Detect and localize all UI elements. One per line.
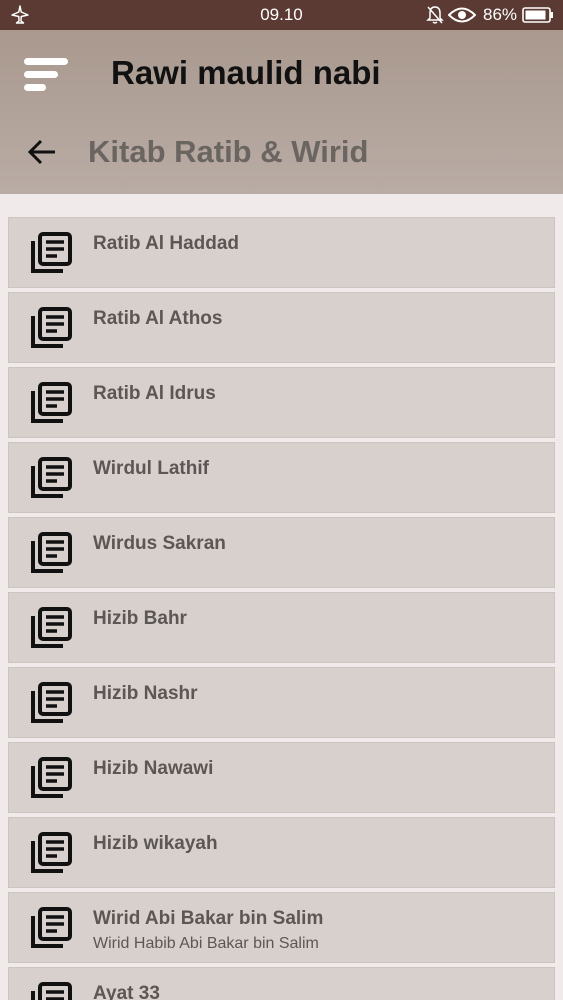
list-item-ayat-33[interactable]: Ayat 33	[8, 967, 555, 1000]
app-bar: Rawi maulid nabi Kitab Ratib & Wirid	[0, 30, 563, 194]
list-item-wirdus-sakran[interactable]: Wirdus Sakran	[8, 517, 555, 588]
list-item-title: Ayat 33	[93, 983, 160, 1000]
list-item-title: Hizib Nashr	[93, 683, 198, 704]
list-item-title: Wirdul Lathif	[93, 458, 209, 479]
kitab-list: Ratib Al Haddad Ratib Al Athos Ratib Al …	[8, 217, 555, 1000]
status-time: 09.10	[260, 5, 303, 24]
library-books-icon	[31, 832, 72, 873]
menu-icon[interactable]	[22, 52, 72, 96]
library-books-icon	[31, 757, 72, 798]
notifications-off-icon	[426, 6, 444, 24]
list-item-hizib-bahr[interactable]: Hizib Bahr	[8, 592, 555, 663]
library-books-icon	[31, 382, 72, 423]
list-item-hizib-nawawi[interactable]: Hizib Nawawi	[8, 742, 555, 813]
list-item-hizib-nashr[interactable]: Hizib Nashr	[8, 667, 555, 738]
status-bar: 09.10 86%	[0, 0, 563, 30]
list-item-title: Hizib wikayah	[93, 833, 218, 854]
list-item-hizib-wikayah[interactable]: Hizib wikayah	[8, 817, 555, 888]
battery-icon	[522, 7, 553, 23]
arrow-back-icon[interactable]	[26, 136, 58, 168]
list-item-ratib-al-athos[interactable]: Ratib Al Athos	[8, 292, 555, 363]
list-item-title: Wirid Abi Bakar bin Salim	[93, 908, 324, 929]
eye-comfort-icon	[448, 7, 476, 23]
library-books-icon	[31, 682, 72, 723]
list-item-title: Ratib Al Haddad	[93, 233, 240, 254]
library-books-icon	[31, 532, 72, 573]
list-item-wirid-abi-bakar-bin-salim[interactable]: Wirid Abi Bakar bin Salim Wirid Habib Ab…	[8, 892, 555, 963]
list-item-title: Hizib Nawawi	[93, 758, 214, 779]
list-item-title: Ratib Al Idrus	[93, 383, 216, 404]
library-books-icon	[31, 607, 72, 648]
library-books-icon	[31, 307, 72, 348]
list-item-ratib-al-idrus[interactable]: Ratib Al Idrus	[8, 367, 555, 438]
list-item-subtitle: Wirid Habib Abi Bakar bin Salim	[93, 935, 319, 952]
library-books-icon	[31, 232, 72, 273]
list-item-title: Hizib Bahr	[93, 608, 187, 629]
list-item-title: Ratib Al Athos	[93, 308, 223, 329]
battery-percentage: 86%	[483, 5, 518, 24]
page-title: Kitab Ratib & Wirid	[88, 134, 369, 169]
list-item-ratib-al-haddad[interactable]: Ratib Al Haddad	[8, 217, 555, 288]
library-books-icon	[31, 982, 72, 1000]
app-title: Rawi maulid nabi	[111, 54, 381, 91]
list-item-wirdul-lathif[interactable]: Wirdul Lathif	[8, 442, 555, 513]
library-books-icon	[31, 907, 72, 948]
list-item-title: Wirdus Sakran	[93, 533, 226, 554]
library-books-icon	[31, 457, 72, 498]
